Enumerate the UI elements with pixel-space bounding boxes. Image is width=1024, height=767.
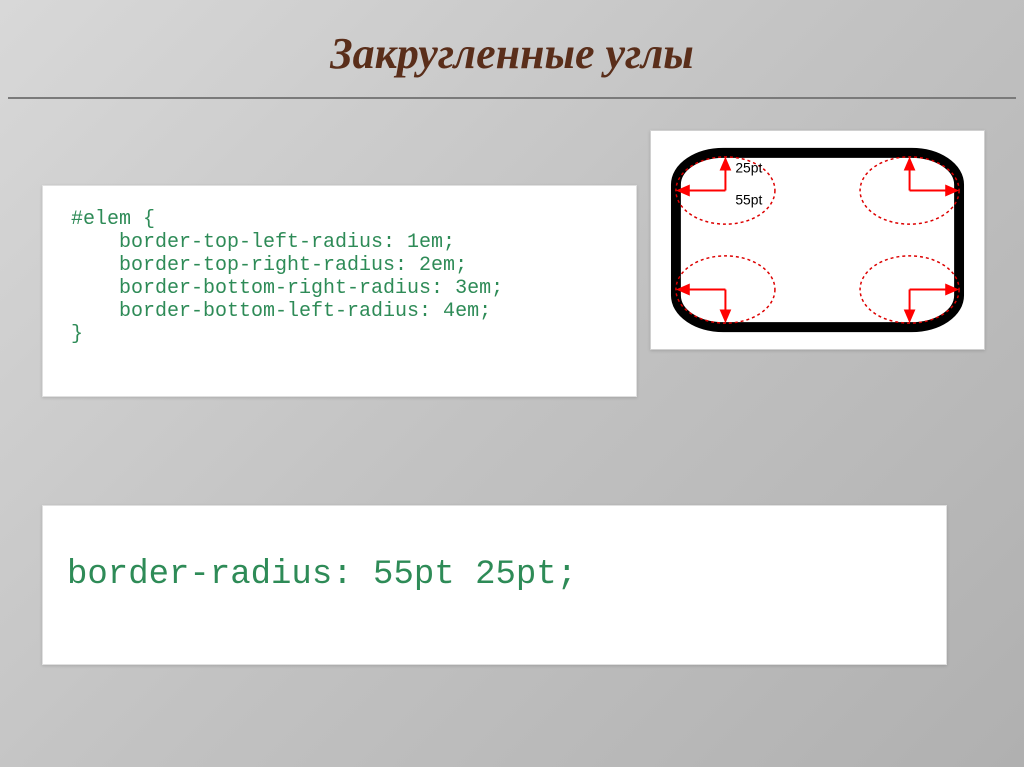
diagram-label-25pt: 25pt: [735, 160, 762, 176]
diagram-label-55pt: 55pt: [735, 191, 762, 207]
code-block-shorthand: border-radius: 55pt 25pt;: [42, 505, 947, 665]
slide: Закругленные углы #elem { border-top-lef…: [0, 0, 1024, 767]
divider: [8, 97, 1016, 99]
slide-title: Закругленные углы: [0, 0, 1024, 97]
radius-diagram: 25pt 55pt: [650, 130, 985, 350]
code-block-individual-corners: #elem { border-top-left-radius: 1em; bor…: [42, 185, 637, 397]
diagram-border: [676, 153, 959, 327]
